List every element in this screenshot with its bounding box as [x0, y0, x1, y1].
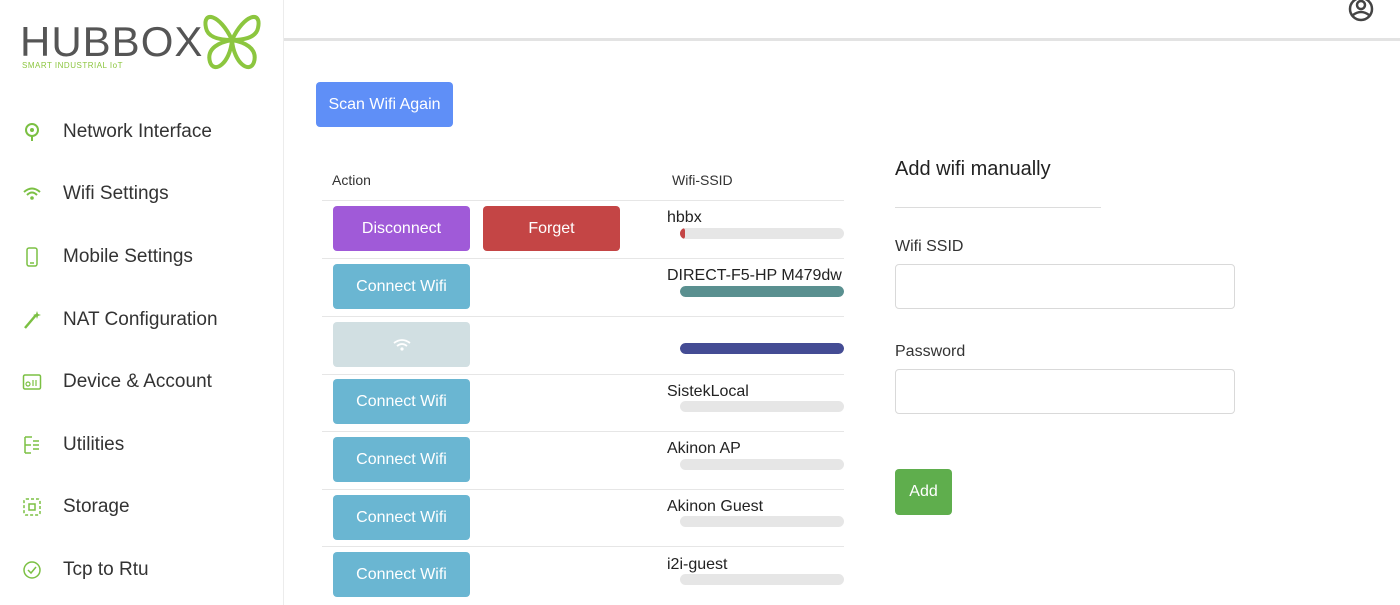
connect-wifi-button[interactable]: Connect Wifi [333, 437, 470, 482]
sidebar-item-label: Wifi Settings [63, 183, 169, 204]
signal-strength-bar [680, 286, 844, 297]
table-divider [322, 258, 844, 259]
signal-strength-fill [680, 286, 844, 297]
sidebar-item-storage[interactable]: Storage [0, 483, 284, 531]
sidebar-item-nat-configuration[interactable]: NAT Configuration [0, 296, 284, 344]
brand-logo[interactable]: HUBBOX SMART INDUSTRIAL IoT [20, 4, 265, 76]
mobile-phone-icon [26, 247, 38, 267]
table-divider [322, 431, 844, 432]
add-wifi-divider [895, 207, 1101, 208]
sidebar-item-tcp-to-rtu[interactable]: Tcp to Rtu [0, 546, 284, 594]
brand-name: HUBBOX [20, 18, 204, 65]
signal-strength-bar [680, 228, 844, 239]
wifi-ssid: Akinon Guest [667, 498, 764, 515]
sidebar-item-label: Network Interface [63, 121, 212, 142]
user-account-icon[interactable] [1346, 0, 1376, 24]
wifi-ssid: SistekLocal [667, 383, 749, 400]
magic-wand-icon [24, 311, 41, 329]
wifi-ssid: i2i-guest [667, 556, 728, 573]
sidebar-item-label: Tcp to Rtu [63, 559, 149, 580]
location-pin-icon [25, 123, 39, 141]
sidebar-item-label: Mobile Settings [63, 246, 193, 267]
table-divider [322, 200, 844, 201]
column-header-action: Action [332, 172, 371, 188]
connect-wifi-button[interactable]: Connect Wifi [333, 495, 470, 540]
wifi-ssid-label: Wifi SSID [895, 238, 964, 255]
wifi-ssid: hbbx [667, 209, 702, 226]
signal-strength-bar [680, 459, 844, 470]
table-divider [322, 374, 844, 375]
table-divider [322, 489, 844, 490]
connect-wifi-button[interactable]: Connect Wifi [333, 552, 470, 597]
sidebar-item-wifi-settings[interactable]: Wifi Settings [0, 170, 284, 218]
device-icon [22, 374, 42, 390]
signal-strength-fill [680, 343, 844, 354]
connect-wifi-button[interactable]: Connect Wifi [333, 264, 470, 309]
wifi-ssid: Akinon AP [667, 440, 741, 457]
signal-strength-bar [680, 401, 844, 412]
scan-wifi-button[interactable]: Scan Wifi Again [316, 82, 453, 127]
column-header-ssid: Wifi-SSID [672, 172, 733, 188]
wifi-ssid: DIRECT-F5-HP M479dw Color LJ [667, 267, 843, 284]
wifi-icon [23, 187, 41, 200]
sidebar-item-label: Storage [63, 496, 130, 517]
sidebar: HUBBOX SMART INDUSTRIAL IoT Network Inte… [0, 0, 284, 605]
password-label: Password [895, 343, 966, 360]
signal-strength-bar [680, 516, 844, 527]
header-divider [284, 38, 1400, 41]
butterfly-logo-icon [203, 15, 261, 69]
sidebar-item-device-account[interactable]: Device & Account [0, 358, 284, 406]
signal-strength-fill [680, 228, 685, 239]
sidebar-item-label: NAT Configuration [63, 309, 218, 330]
wifi-icon [392, 338, 411, 351]
sidebar-item-network-interface[interactable]: Network Interface [0, 108, 284, 156]
sidebar-item-utilities[interactable]: Utilities [0, 421, 284, 469]
storage-icon [23, 498, 41, 516]
sidebar-item-label: Device & Account [63, 371, 212, 392]
signal-strength-bar [680, 343, 844, 354]
wifi-ssid-input[interactable] [895, 264, 1235, 309]
connect-wifi-button[interactable] [333, 322, 470, 367]
check-circle-icon [23, 561, 41, 579]
brand-tagline: SMART INDUSTRIAL IoT [22, 61, 123, 70]
sidebar-item-mobile-settings[interactable]: Mobile Settings [0, 233, 284, 281]
table-divider [322, 546, 844, 547]
utilities-icon [24, 436, 39, 454]
add-wifi-button[interactable]: Add [895, 469, 952, 515]
connect-wifi-button[interactable]: Connect Wifi [333, 379, 470, 424]
disconnect-button[interactable]: Disconnect [333, 206, 470, 251]
add-wifi-title: Add wifi manually [895, 158, 1051, 180]
password-input[interactable] [895, 369, 1235, 414]
sidebar-item-label: Utilities [63, 434, 125, 455]
forget-button[interactable]: Forget [483, 206, 620, 251]
table-divider [322, 316, 844, 317]
signal-strength-bar [680, 574, 844, 585]
